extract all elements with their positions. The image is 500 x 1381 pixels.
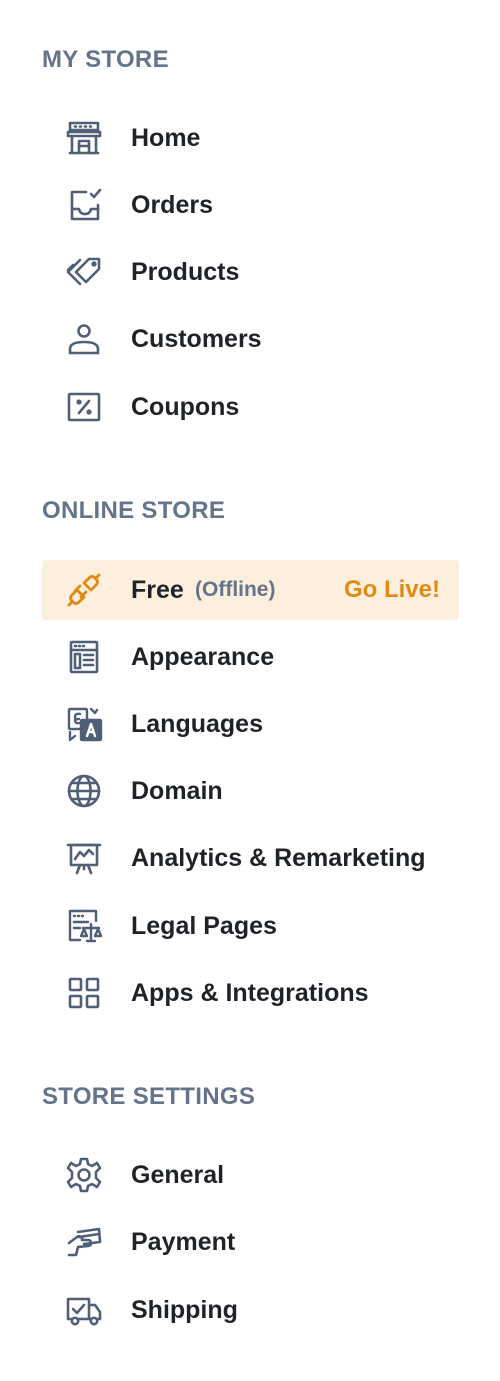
nav-label-payment: Payment bbox=[131, 1228, 236, 1256]
nav-label-apps: Apps & Integrations bbox=[131, 979, 369, 1007]
plug-icon bbox=[64, 570, 104, 610]
nav-label-home: Home bbox=[131, 124, 201, 152]
inbox-check-icon bbox=[64, 185, 104, 225]
document-scale-icon bbox=[64, 906, 104, 946]
nav-item-coupons[interactable]: Coupons bbox=[42, 377, 459, 437]
tag-icon bbox=[64, 252, 104, 292]
nav-item-home[interactable]: Home bbox=[42, 108, 459, 168]
person-icon bbox=[64, 319, 104, 359]
nav-item-languages[interactable]: Languages bbox=[42, 694, 459, 754]
storefront-icon bbox=[64, 118, 104, 158]
nav-item-legal-pages[interactable]: Legal Pages bbox=[42, 896, 459, 956]
nav-label-languages: Languages bbox=[131, 710, 263, 738]
layout-icon bbox=[64, 637, 104, 677]
nav-label-analytics: Analytics & Remarketing bbox=[131, 844, 426, 872]
nav-label-products: Products bbox=[131, 258, 240, 286]
nav-item-shipping[interactable]: Shipping bbox=[42, 1280, 459, 1340]
percent-icon bbox=[64, 387, 104, 427]
nav-label-shipping: Shipping bbox=[131, 1296, 238, 1324]
nav-item-orders[interactable]: Orders bbox=[42, 175, 459, 235]
nav-item-products[interactable]: Products bbox=[42, 242, 459, 302]
section-title-online-store: ONLINE STORE bbox=[42, 497, 226, 524]
truck-icon bbox=[64, 1290, 104, 1330]
globe-icon bbox=[64, 771, 104, 811]
nav-label-orders: Orders bbox=[131, 191, 213, 219]
translate-icon bbox=[64, 704, 104, 744]
section-title-my-store: MY STORE bbox=[42, 46, 169, 73]
payment-card-icon bbox=[64, 1222, 104, 1262]
nav-label-coupons: Coupons bbox=[131, 393, 240, 421]
plan-status-offline: (Offline) bbox=[195, 578, 276, 601]
nav-item-free-plan[interactable]: Free (Offline) Go Live! bbox=[42, 560, 459, 620]
nav-item-appearance[interactable]: Appearance bbox=[42, 627, 459, 687]
apps-grid-icon bbox=[64, 973, 104, 1013]
nav-item-customers[interactable]: Customers bbox=[42, 309, 459, 369]
nav-item-analytics[interactable]: Analytics & Remarketing bbox=[42, 828, 459, 888]
nav-label-general: General bbox=[131, 1161, 225, 1189]
nav-label-customers: Customers bbox=[131, 325, 262, 353]
nav-label-free: Free bbox=[131, 576, 184, 604]
nav-label-domain: Domain bbox=[131, 777, 223, 805]
presentation-chart-icon bbox=[64, 838, 104, 878]
nav-item-apps[interactable]: Apps & Integrations bbox=[42, 963, 459, 1023]
nav-item-domain[interactable]: Domain bbox=[42, 761, 459, 821]
nav-label-appearance: Appearance bbox=[131, 643, 275, 671]
nav-item-general[interactable]: General bbox=[42, 1145, 459, 1205]
nav-item-payment[interactable]: Payment bbox=[42, 1212, 459, 1272]
nav-label-legal-pages: Legal Pages bbox=[131, 912, 277, 940]
go-live-button[interactable]: Go Live! bbox=[344, 573, 440, 607]
gear-icon bbox=[64, 1155, 104, 1195]
section-title-store-settings: STORE SETTINGS bbox=[42, 1083, 256, 1110]
